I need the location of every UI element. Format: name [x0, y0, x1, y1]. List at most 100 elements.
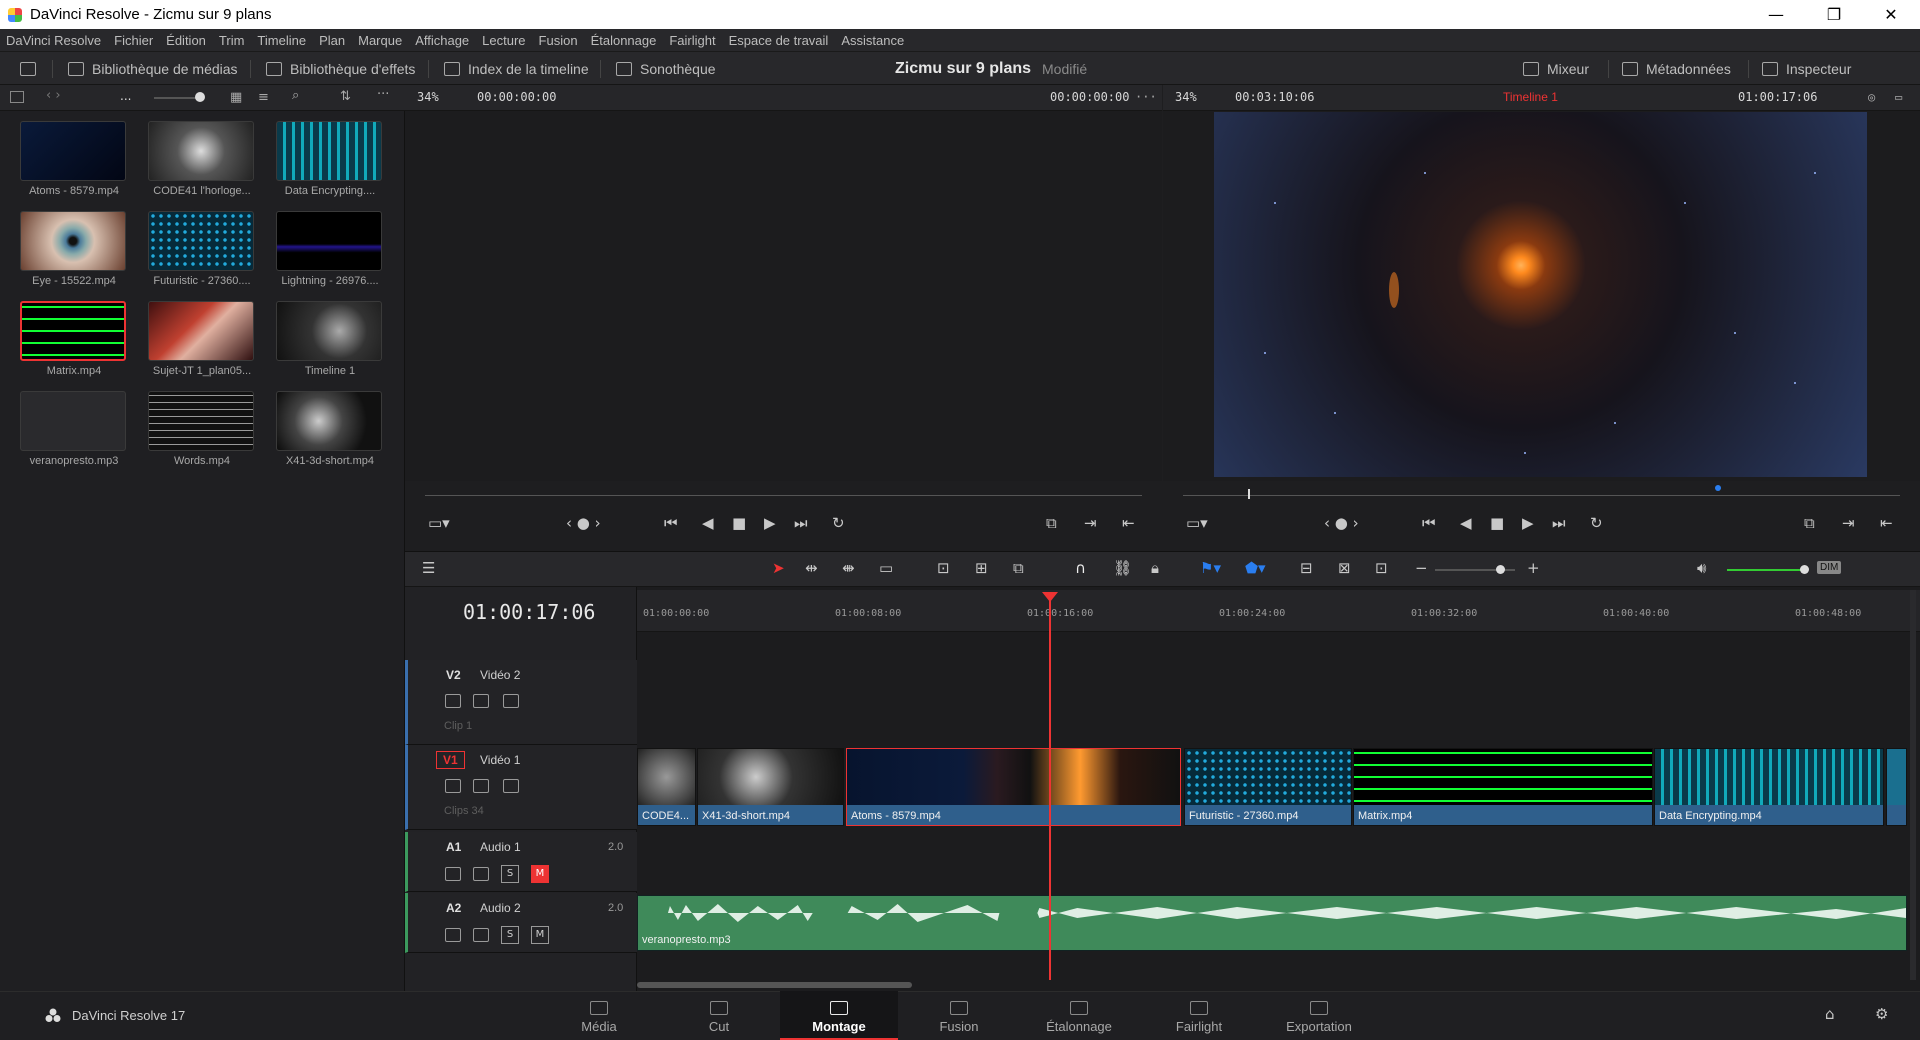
- program-loop-icon[interactable]: ↻: [1590, 514, 1603, 532]
- menu-fichier[interactable]: Fichier: [114, 33, 153, 48]
- grid-view-icon[interactable]: ▦: [230, 90, 242, 105]
- sort-icon[interactable]: ⇅: [340, 89, 351, 104]
- blade-tool-icon[interactable]: ▭: [879, 559, 893, 577]
- source-play-icon[interactable]: ▶: [764, 514, 776, 532]
- track-lock-icon[interactable]: [445, 779, 461, 793]
- dim-button[interactable]: DIM: [1817, 561, 1842, 574]
- media-clip[interactable]: X41-3d-short.mp4: [276, 391, 384, 467]
- media-clip[interactable]: CODE41 l'horloge...: [148, 121, 256, 197]
- track-auto-select-icon[interactable]: [473, 867, 489, 881]
- timeline-v-scrollbar[interactable]: [1910, 590, 1916, 980]
- search-icon[interactable]: ⌕: [292, 88, 299, 103]
- media-clip[interactable]: Timeline 1: [276, 301, 384, 377]
- source-match-frame-icon[interactable]: ⧉: [1046, 514, 1057, 532]
- menu-plan[interactable]: Plan: [319, 33, 345, 48]
- more-button[interactable]: ...: [120, 89, 131, 103]
- source-last-frame-icon[interactable]: ⏭: [794, 514, 808, 532]
- timeline-h-scrollbar[interactable]: [637, 982, 912, 988]
- dynamic-trim-icon[interactable]: ⇼: [842, 559, 855, 577]
- source-loop-icon[interactable]: ↻: [832, 514, 845, 532]
- selection-tool-icon[interactable]: ➤: [772, 559, 785, 577]
- options-icon[interactable]: ···: [377, 87, 389, 102]
- program-last-frame-icon[interactable]: ⏭: [1552, 514, 1566, 532]
- snapping-icon[interactable]: ∩: [1075, 559, 1086, 577]
- track-lock-icon[interactable]: [445, 694, 461, 708]
- menu-marque[interactable]: Marque: [358, 33, 402, 48]
- replace-clip-icon[interactable]: ⧉: [1013, 559, 1024, 577]
- source-mark-in-icon[interactable]: ⇤: [1122, 514, 1135, 532]
- media-clip[interactable]: Sujet-JT 1_plan05...: [148, 301, 256, 377]
- zoom-full-icon[interactable]: ⊟: [1300, 559, 1313, 577]
- track-auto-select-icon[interactable]: [473, 694, 489, 708]
- timeline-clip[interactable]: Matrix.mp4: [1353, 748, 1653, 826]
- mixer-button[interactable]: Mixeur: [1523, 52, 1589, 86]
- media-clip[interactable]: Futuristic - 27360....: [148, 211, 256, 287]
- media-clip[interactable]: Data Encrypting....: [276, 121, 384, 197]
- timeline-playhead[interactable]: [1049, 592, 1051, 980]
- track-visibility-icon[interactable]: [503, 694, 519, 708]
- home-icon[interactable]: ⌂: [1825, 1005, 1835, 1023]
- page-tab-media[interactable]: Média: [540, 991, 658, 1040]
- program-playhead[interactable]: [1248, 489, 1250, 499]
- media-clip[interactable]: Lightning - 26976....: [276, 211, 384, 287]
- marker-icon[interactable]: ⬟▾: [1245, 559, 1266, 577]
- layout-icon[interactable]: ▭: [1895, 90, 1902, 104]
- volume-icon[interactable]: 🔊︎: [1697, 559, 1706, 577]
- media-clip[interactable]: Eye - 15522.mp4: [20, 211, 128, 287]
- trim-tool-icon[interactable]: ⇹: [805, 559, 818, 577]
- track-header-v2[interactable]: V2 Vidéo 2 Clip 1: [405, 660, 637, 745]
- source-stop-icon[interactable]: ■: [732, 514, 746, 532]
- source-jog-icon[interactable]: ‹ ● ›: [566, 514, 601, 532]
- timeline-view-options-icon[interactable]: ☰: [422, 559, 435, 577]
- link-icon[interactable]: ⛓: [1113, 559, 1132, 577]
- track-lock-icon[interactable]: [445, 867, 461, 881]
- source-first-frame-icon[interactable]: ⏮: [664, 514, 678, 532]
- source-options-icon[interactable]: ···: [1135, 90, 1157, 104]
- program-mark-out-icon[interactable]: ⇥: [1842, 514, 1855, 532]
- timeline-zoom-knob[interactable]: [1496, 565, 1505, 574]
- zoom-detail-icon[interactable]: ⊠: [1338, 559, 1351, 577]
- track-auto-select-icon[interactable]: [473, 928, 489, 942]
- page-tab-fairlight[interactable]: Fairlight: [1140, 991, 1258, 1040]
- nav-back-forward-icon[interactable]: ‹ ›: [46, 88, 61, 103]
- program-stop-icon[interactable]: ■: [1490, 514, 1504, 532]
- program-view-icon[interactable]: ▭▾: [1186, 514, 1208, 532]
- track-header-a1[interactable]: A1 Audio 1 2.0 S M: [405, 832, 637, 892]
- menu-edition[interactable]: Édition: [166, 33, 206, 48]
- solo-button[interactable]: S: [501, 926, 519, 944]
- audio-clip[interactable]: veranopresto.mp3: [637, 895, 1907, 951]
- insert-clip-icon[interactable]: ⊡: [937, 559, 950, 577]
- media-library-button[interactable]: Bibliothèque de médias: [68, 52, 238, 86]
- source-reverse-icon[interactable]: ◀: [702, 514, 714, 532]
- zoom-out-icon[interactable]: −: [1415, 559, 1428, 577]
- timeline-timecode[interactable]: 01:00:17:06: [463, 600, 595, 624]
- track-lock-icon[interactable]: [445, 928, 461, 942]
- list-view-icon[interactable]: ≡: [258, 90, 269, 105]
- track-visibility-icon[interactable]: [503, 779, 519, 793]
- menu-fusion[interactable]: Fusion: [539, 33, 578, 48]
- menu-affichage[interactable]: Affichage: [415, 33, 469, 48]
- page-tab-color[interactable]: Étalonnage: [1020, 991, 1138, 1040]
- program-reverse-icon[interactable]: ◀: [1460, 514, 1472, 532]
- mute-button[interactable]: M: [531, 926, 549, 944]
- sound-library-button[interactable]: Sonothèque: [616, 52, 716, 86]
- settings-gear-icon[interactable]: ⚙: [1875, 1005, 1888, 1023]
- timeline-clip[interactable]: X41-3d-short.mp4: [697, 748, 844, 826]
- program-jog-icon[interactable]: ‹ ● ›: [1324, 514, 1359, 532]
- source-mark-out-icon[interactable]: ⇥: [1084, 514, 1097, 532]
- zoom-custom-icon[interactable]: ⊡: [1375, 559, 1388, 577]
- timeline-ruler[interactable]: 01:00:00:00 01:00:08:00 01:00:16:00 01:0…: [637, 590, 1920, 632]
- sidebar-toggle-icon[interactable]: [10, 91, 24, 103]
- media-clip[interactable]: Atoms - 8579.mp4: [20, 121, 128, 197]
- program-scrub-bar[interactable]: [1183, 495, 1900, 496]
- timeline-clip[interactable]: Data Encrypting.mp4: [1654, 748, 1884, 826]
- flag-icon[interactable]: ⚑▾: [1200, 559, 1221, 577]
- source-scrub-bar[interactable]: [425, 495, 1142, 496]
- volume-knob[interactable]: [1800, 565, 1809, 574]
- menu-timeline[interactable]: Timeline: [257, 33, 306, 48]
- metadata-button[interactable]: Métadonnées: [1622, 52, 1731, 86]
- media-clip[interactable]: veranopresto.mp3: [20, 391, 128, 467]
- timeline-clip[interactable]: CODE4...: [637, 748, 696, 826]
- thumb-size-knob[interactable]: [195, 92, 205, 102]
- mute-button[interactable]: M: [531, 865, 549, 883]
